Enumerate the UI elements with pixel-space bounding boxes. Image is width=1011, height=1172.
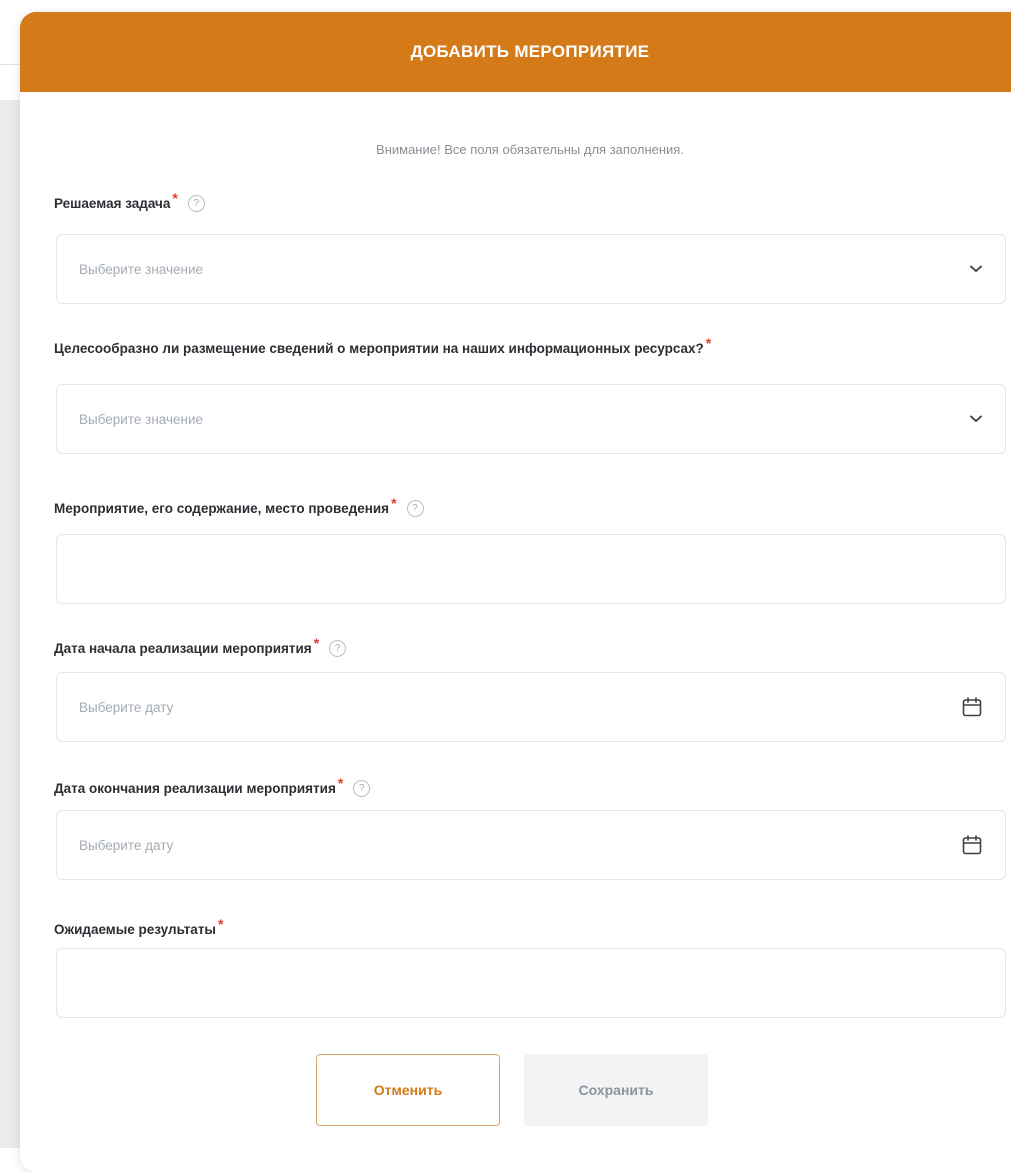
field-label-text: Дата начала реализации мероприятия [54,640,312,656]
required-asterisk: * [217,916,224,932]
task-select[interactable]: Выберите значение [56,234,1006,304]
required-asterisk: * [391,495,397,511]
field-placeholder: Выберите дату [79,699,174,715]
cancel-button[interactable]: Отменить [316,1054,500,1126]
required-asterisk: * [337,775,344,791]
field-label-text: Ожидаемые результаты [54,921,216,937]
start-date-field[interactable]: Выберите дату [56,672,1006,742]
field-placeholder: Выберите значение [79,411,204,427]
publish-select[interactable]: Выберите значение [56,384,1006,454]
calendar-icon[interactable] [961,696,983,718]
field-label-text: Целесообразно ли размещение сведений о м… [54,340,704,356]
field-label-text: Решаемая задача [54,195,171,211]
help-icon[interactable]: ? [187,194,205,212]
end-date-label: Дата окончания реализации мероприятия *? [54,775,371,799]
expected-results-field[interactable] [56,948,1006,1018]
field-placeholder: Выберите дату [79,837,174,853]
start-date-label: Дата начала реализации мероприятия *? [54,635,347,659]
help-icon[interactable]: ? [406,499,424,517]
task-label: Решаемая задача *? [54,190,205,214]
publish-label: Целесообразно ли размещение сведений о м… [54,335,712,359]
field-placeholder: Выберите значение [79,261,204,277]
required-notice: Внимание! Все поля обязательны для запол… [376,142,684,157]
expected-results-label: Ожидаемые результаты * [54,916,224,940]
chevron-down-icon[interactable] [969,262,983,276]
field-label-text: Мероприятие, его содержание, место прове… [54,500,390,516]
save-button[interactable]: Сохранить [524,1054,708,1126]
chevron-down-icon[interactable] [969,412,983,426]
modal-footer: Отменить Сохранить [0,1054,1011,1134]
required-asterisk: * [313,635,320,651]
modal-title: ДОБАВИТЬ МЕРОПРИЯТИЕ [410,42,650,61]
help-icon[interactable]: ? [353,779,371,797]
required-asterisk: * [705,335,712,351]
calendar-icon[interactable] [961,834,983,856]
event-description-label: Мероприятие, его содержание, место прове… [54,495,424,519]
field-label-text: Дата окончания реализации мероприятия [54,780,336,796]
required-asterisk: * [172,190,178,206]
event-description-field[interactable] [56,534,1006,604]
modal-header: ДОБАВИТЬ МЕРОПРИЯТИЕ [20,12,1011,92]
help-icon[interactable]: ? [329,639,347,657]
end-date-field[interactable]: Выберите дату [56,810,1006,880]
